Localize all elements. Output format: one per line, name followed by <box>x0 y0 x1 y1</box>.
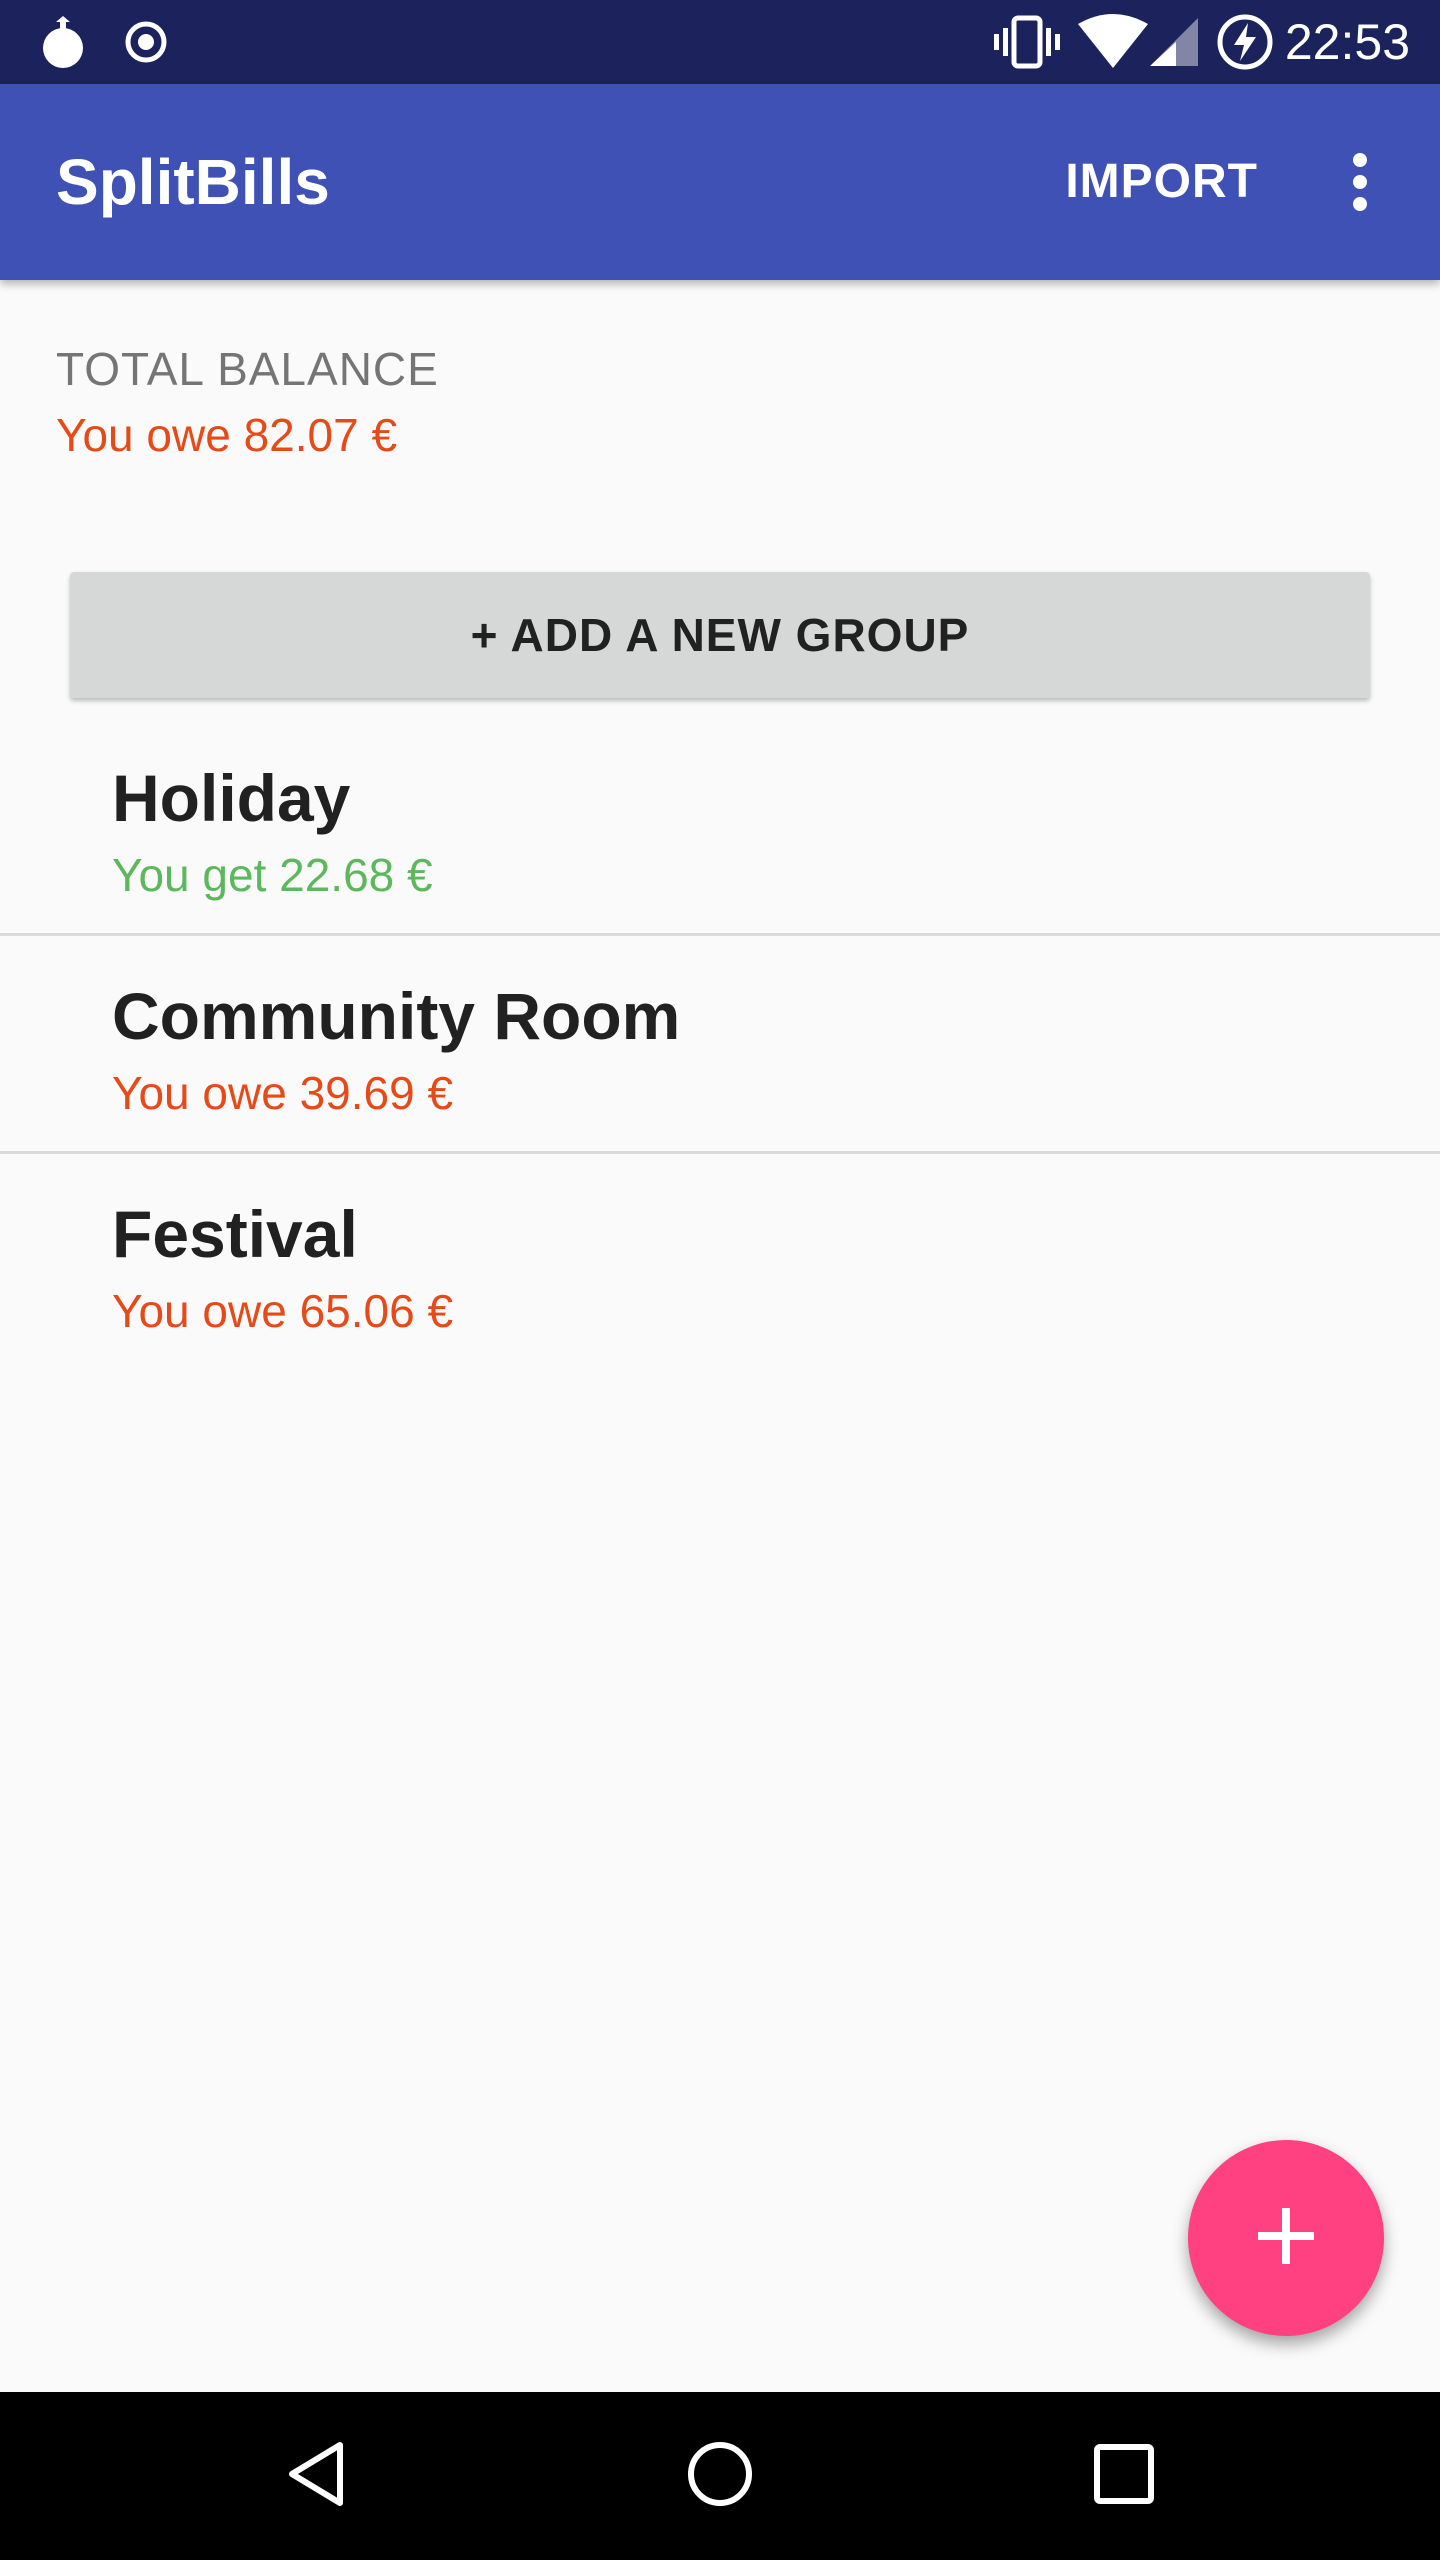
group-balance: You get 22.68 € <box>112 849 433 901</box>
signal-icon <box>1148 0 1198 84</box>
add-group-button[interactable]: + ADD A NEW GROUP <box>70 572 1370 698</box>
target-icon <box>124 0 168 84</box>
status-bar: 22:53 <box>0 0 1440 84</box>
pomegranate-icon <box>40 0 86 84</box>
back-icon <box>284 2439 348 2514</box>
back-button[interactable] <box>236 2392 396 2560</box>
add-fab-button[interactable] <box>1188 2140 1384 2336</box>
vibrate-icon <box>994 0 1060 84</box>
recents-icon <box>1092 2442 1156 2511</box>
home-icon <box>685 2439 755 2514</box>
app-title: SplitBills <box>56 146 330 218</box>
group-item-holiday[interactable]: Holiday You get 22.68 € <box>0 718 1440 936</box>
total-balance-value: You owe 82.07 € <box>56 409 398 461</box>
group-balance: You owe 65.06 € <box>112 1285 454 1337</box>
more-vert-icon[interactable] <box>1320 142 1400 222</box>
home-button[interactable] <box>640 2392 800 2560</box>
group-name: Holiday <box>112 761 351 835</box>
app-bar: SplitBills IMPORT <box>0 84 1440 280</box>
group-balance: You owe 39.69 € <box>112 1067 454 1119</box>
total-balance-label: TOTAL BALANCE <box>56 343 439 395</box>
group-item-community-room[interactable]: Community Room You owe 39.69 € <box>0 936 1440 1154</box>
navigation-bar <box>0 2392 1440 2560</box>
group-item-festival[interactable]: Festival You owe 65.06 € <box>0 1154 1440 1372</box>
recents-button[interactable] <box>1044 2392 1204 2560</box>
import-button[interactable]: IMPORT <box>1065 84 1258 280</box>
group-list: Holiday You get 22.68 € Community Room Y… <box>0 718 1440 1372</box>
group-name: Festival <box>112 1197 358 1271</box>
battery-charging-icon <box>1216 0 1274 84</box>
wifi-icon <box>1078 0 1148 84</box>
status-time: 22:53 <box>1284 14 1410 70</box>
plus-icon <box>1256 2206 1316 2271</box>
group-name: Community Room <box>112 979 681 1053</box>
